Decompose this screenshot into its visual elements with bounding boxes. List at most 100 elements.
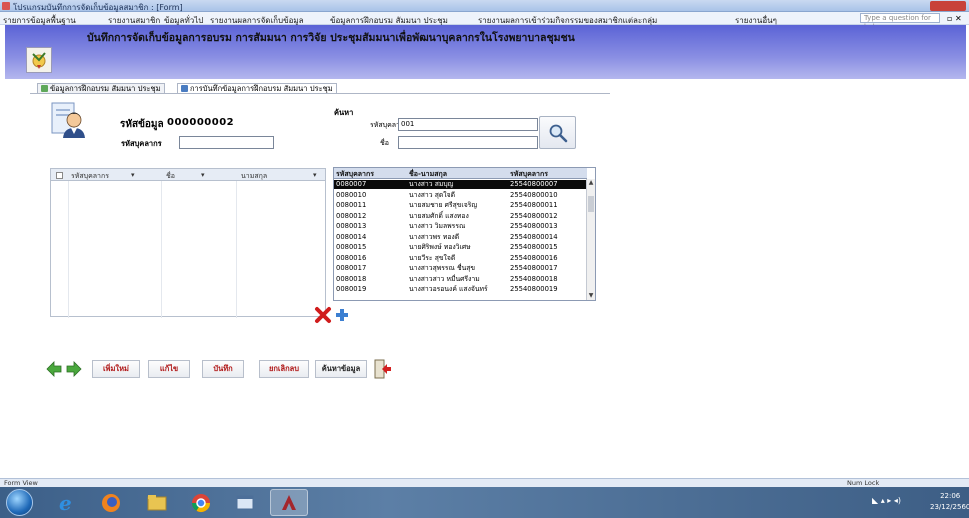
person-icon [49, 101, 87, 139]
grid-col-surname[interactable]: นามสกุล [241, 171, 267, 182]
list-cell-id: 25540800014 [510, 232, 558, 241]
list-cell-id: 25540800012 [510, 211, 558, 220]
save-button[interactable]: บันทึก [202, 360, 244, 378]
list-item[interactable]: 0080010 นางสาว สุดใจดี 25540800010 [334, 191, 587, 200]
app-icon [2, 2, 10, 10]
table-icon [41, 85, 48, 92]
list-cell-code: 0080013 [336, 222, 367, 230]
arrow-right-icon [66, 361, 82, 377]
list-item[interactable]: 0080018 นางสาวสาว หมื่นศรีงาม 25540800018 [334, 275, 587, 284]
list-item[interactable]: 0080007 นางสาว สมบุญ 25540800007 [334, 180, 587, 189]
tab-label: การบันทึกข้อมูลการฝึกอบรม สัมมนา ประชุม [190, 84, 333, 93]
scroll-up-icon[interactable]: ▲ [588, 179, 594, 187]
grid-divider [68, 181, 69, 318]
window-app-icon [236, 495, 254, 509]
grid-col-code[interactable]: รหัสบุคลากร [71, 171, 109, 182]
select-all-checkbox[interactable] [56, 172, 63, 179]
scroll-down-icon[interactable]: ▼ [588, 292, 594, 300]
list-cell-name: นายวีระ สุขใจดี [409, 253, 456, 262]
grid-divider [236, 181, 237, 318]
taskbar-clock[interactable]: 22:06 23/12/2560 [930, 491, 969, 513]
selected-members-grid[interactable]: รหัสบุคลากร ▾ ชื่อ ▾ นามสกุล ▾ [50, 168, 326, 318]
list-item[interactable]: 0080014 นางสาวพร ทองดี 25540800014 [334, 233, 587, 242]
grid-header: รหัสบุคลากร ▾ ชื่อ ▾ นามสกุล ▾ [51, 169, 325, 181]
form-area: ข้อมูลการฝึกอบรม สัมมนา ประชุม การบันทึก… [30, 83, 610, 386]
sort-arrow-icon[interactable]: ▾ [313, 171, 317, 179]
tab-divider [30, 93, 610, 94]
grid-col-name[interactable]: ชื่อ [166, 171, 175, 182]
list-cell-code: 0080019 [336, 285, 367, 293]
search-name-input[interactable] [398, 136, 538, 149]
edit-button[interactable]: แก้ไข [148, 360, 190, 378]
list-cell-id: 25540800017 [510, 264, 558, 272]
list-item[interactable]: 0080015 นายศิริพงษ์ ทองวิเศษ 25540800015 [334, 243, 587, 252]
list-cell-code: 0080014 [336, 232, 367, 241]
sort-arrow-icon[interactable]: ▾ [201, 171, 205, 179]
chrome-icon [192, 493, 210, 512]
list-cell-code: 0080011 [336, 201, 367, 209]
system-tray-icons[interactable]: ◣ ▴ ▸ ◂) [872, 496, 901, 505]
clock-time: 22:06 [940, 492, 961, 500]
app-logo [26, 47, 52, 73]
list-item[interactable]: 0080019 นางสาวอรอนงค์ แสงจันทร์ 2554080001… [334, 285, 587, 294]
cancel-delete-button[interactable]: ยกเลิกลบ [259, 360, 309, 378]
list-item[interactable]: 0080012 นายสมศักดิ์ แสงทอง 25540800012 [334, 212, 587, 221]
results-header: รหัสบุคลากร ชื่อ-นามสกุล รหัสบุคลากร [334, 168, 587, 179]
next-record-button[interactable] [65, 360, 83, 378]
scroll-thumb[interactable] [588, 196, 594, 212]
search-button[interactable] [539, 116, 576, 149]
plus-icon [336, 309, 348, 321]
list-cell-code: 0080012 [336, 211, 367, 220]
sort-arrow-icon[interactable]: ▾ [131, 171, 135, 179]
clock-date: 23/12/2560 [930, 503, 969, 511]
firefox-icon [102, 493, 120, 512]
add-member-button[interactable] [335, 308, 349, 322]
magnifier-icon [549, 124, 567, 142]
taskbar-firefox-button[interactable] [92, 489, 130, 516]
close-window-button[interactable] [930, 1, 966, 11]
red-x-icon [315, 307, 331, 323]
search-code-input[interactable]: 001 [398, 118, 538, 131]
list-cell-id: 25540800015 [510, 243, 558, 251]
taskbar-access-button[interactable] [270, 489, 308, 516]
member-search-results[interactable]: รหัสบุคลากร ชื่อ-นามสกุล รหัสบุคลากร 008… [333, 167, 596, 301]
list-item[interactable]: 0080016 นายวีระ สุขใจดี 25540800016 [334, 254, 587, 263]
start-button[interactable] [6, 489, 33, 516]
title-bar: โปรแกรมบันทึกการจัดเก็บข้อมูลสมาชิก : [F… [0, 0, 969, 12]
remove-member-button[interactable] [314, 306, 332, 324]
list-item[interactable]: 0080017 นางสาวสุพรรณ ชื่นสุข 25540800017 [334, 264, 587, 273]
results-col-id: รหัสบุคลากร [510, 170, 548, 178]
restore-icon[interactable]: ▫ ✕ [947, 14, 962, 23]
search-title: ค้นหา [334, 108, 354, 117]
previous-record-button[interactable] [45, 360, 63, 378]
help-search-input[interactable]: Type a question for help [860, 13, 940, 31]
taskbar-explorer-button[interactable] [138, 489, 176, 516]
list-item[interactable]: 0080011 นายสมชาย ศรีสุขเจริญ 25540800011 [334, 201, 587, 210]
list-cell-name: นายสมชาย ศรีสุขเจริญ [409, 201, 478, 209]
results-scrollbar[interactable]: ▲ ▼ [586, 179, 595, 300]
exit-button[interactable] [374, 359, 392, 379]
search-name-label: ชื่อ [380, 139, 389, 147]
arrow-left-icon [46, 361, 62, 377]
taskbar-chrome-button[interactable] [182, 489, 220, 516]
list-item[interactable]: 0080013 นางสาว วิมลพรรณ 25540800013 [334, 222, 587, 231]
list-cell-code: 0080017 [336, 264, 367, 272]
list-cell-name: นางสาวสาว หมื่นศรีงาม [409, 274, 480, 283]
taskbar-app-button[interactable] [226, 489, 264, 516]
status-bar: Form View Num Lock [0, 478, 969, 487]
internet-explorer-icon: e [59, 492, 72, 514]
taskbar-ie-button[interactable]: e [48, 489, 86, 516]
list-cell-name: นางสาวอรอนงค์ แสงจันทร์ [409, 285, 488, 293]
new-record-button[interactable]: เพิ่มใหม่ [92, 360, 140, 378]
list-cell-name: นางสาว สมบุญ [409, 180, 454, 188]
find-record-button[interactable]: ค้นหาข้อมูล [315, 360, 367, 378]
list-cell-name: นายสมศักดิ์ แสงทอง [409, 211, 469, 220]
list-cell-code: 0080015 [336, 243, 367, 251]
list-cell-id: 25540800007 [510, 180, 558, 188]
form-icon [181, 85, 188, 92]
tab-label: ข้อมูลการฝึกอบรม สัมมนา ประชุม [50, 84, 161, 93]
member-code-input[interactable] [179, 136, 274, 149]
list-cell-code: 0080010 [336, 190, 367, 199]
results-col-code: รหัสบุคลากร [336, 170, 374, 178]
list-cell-name: นายศิริพงษ์ ทองวิเศษ [409, 243, 471, 251]
